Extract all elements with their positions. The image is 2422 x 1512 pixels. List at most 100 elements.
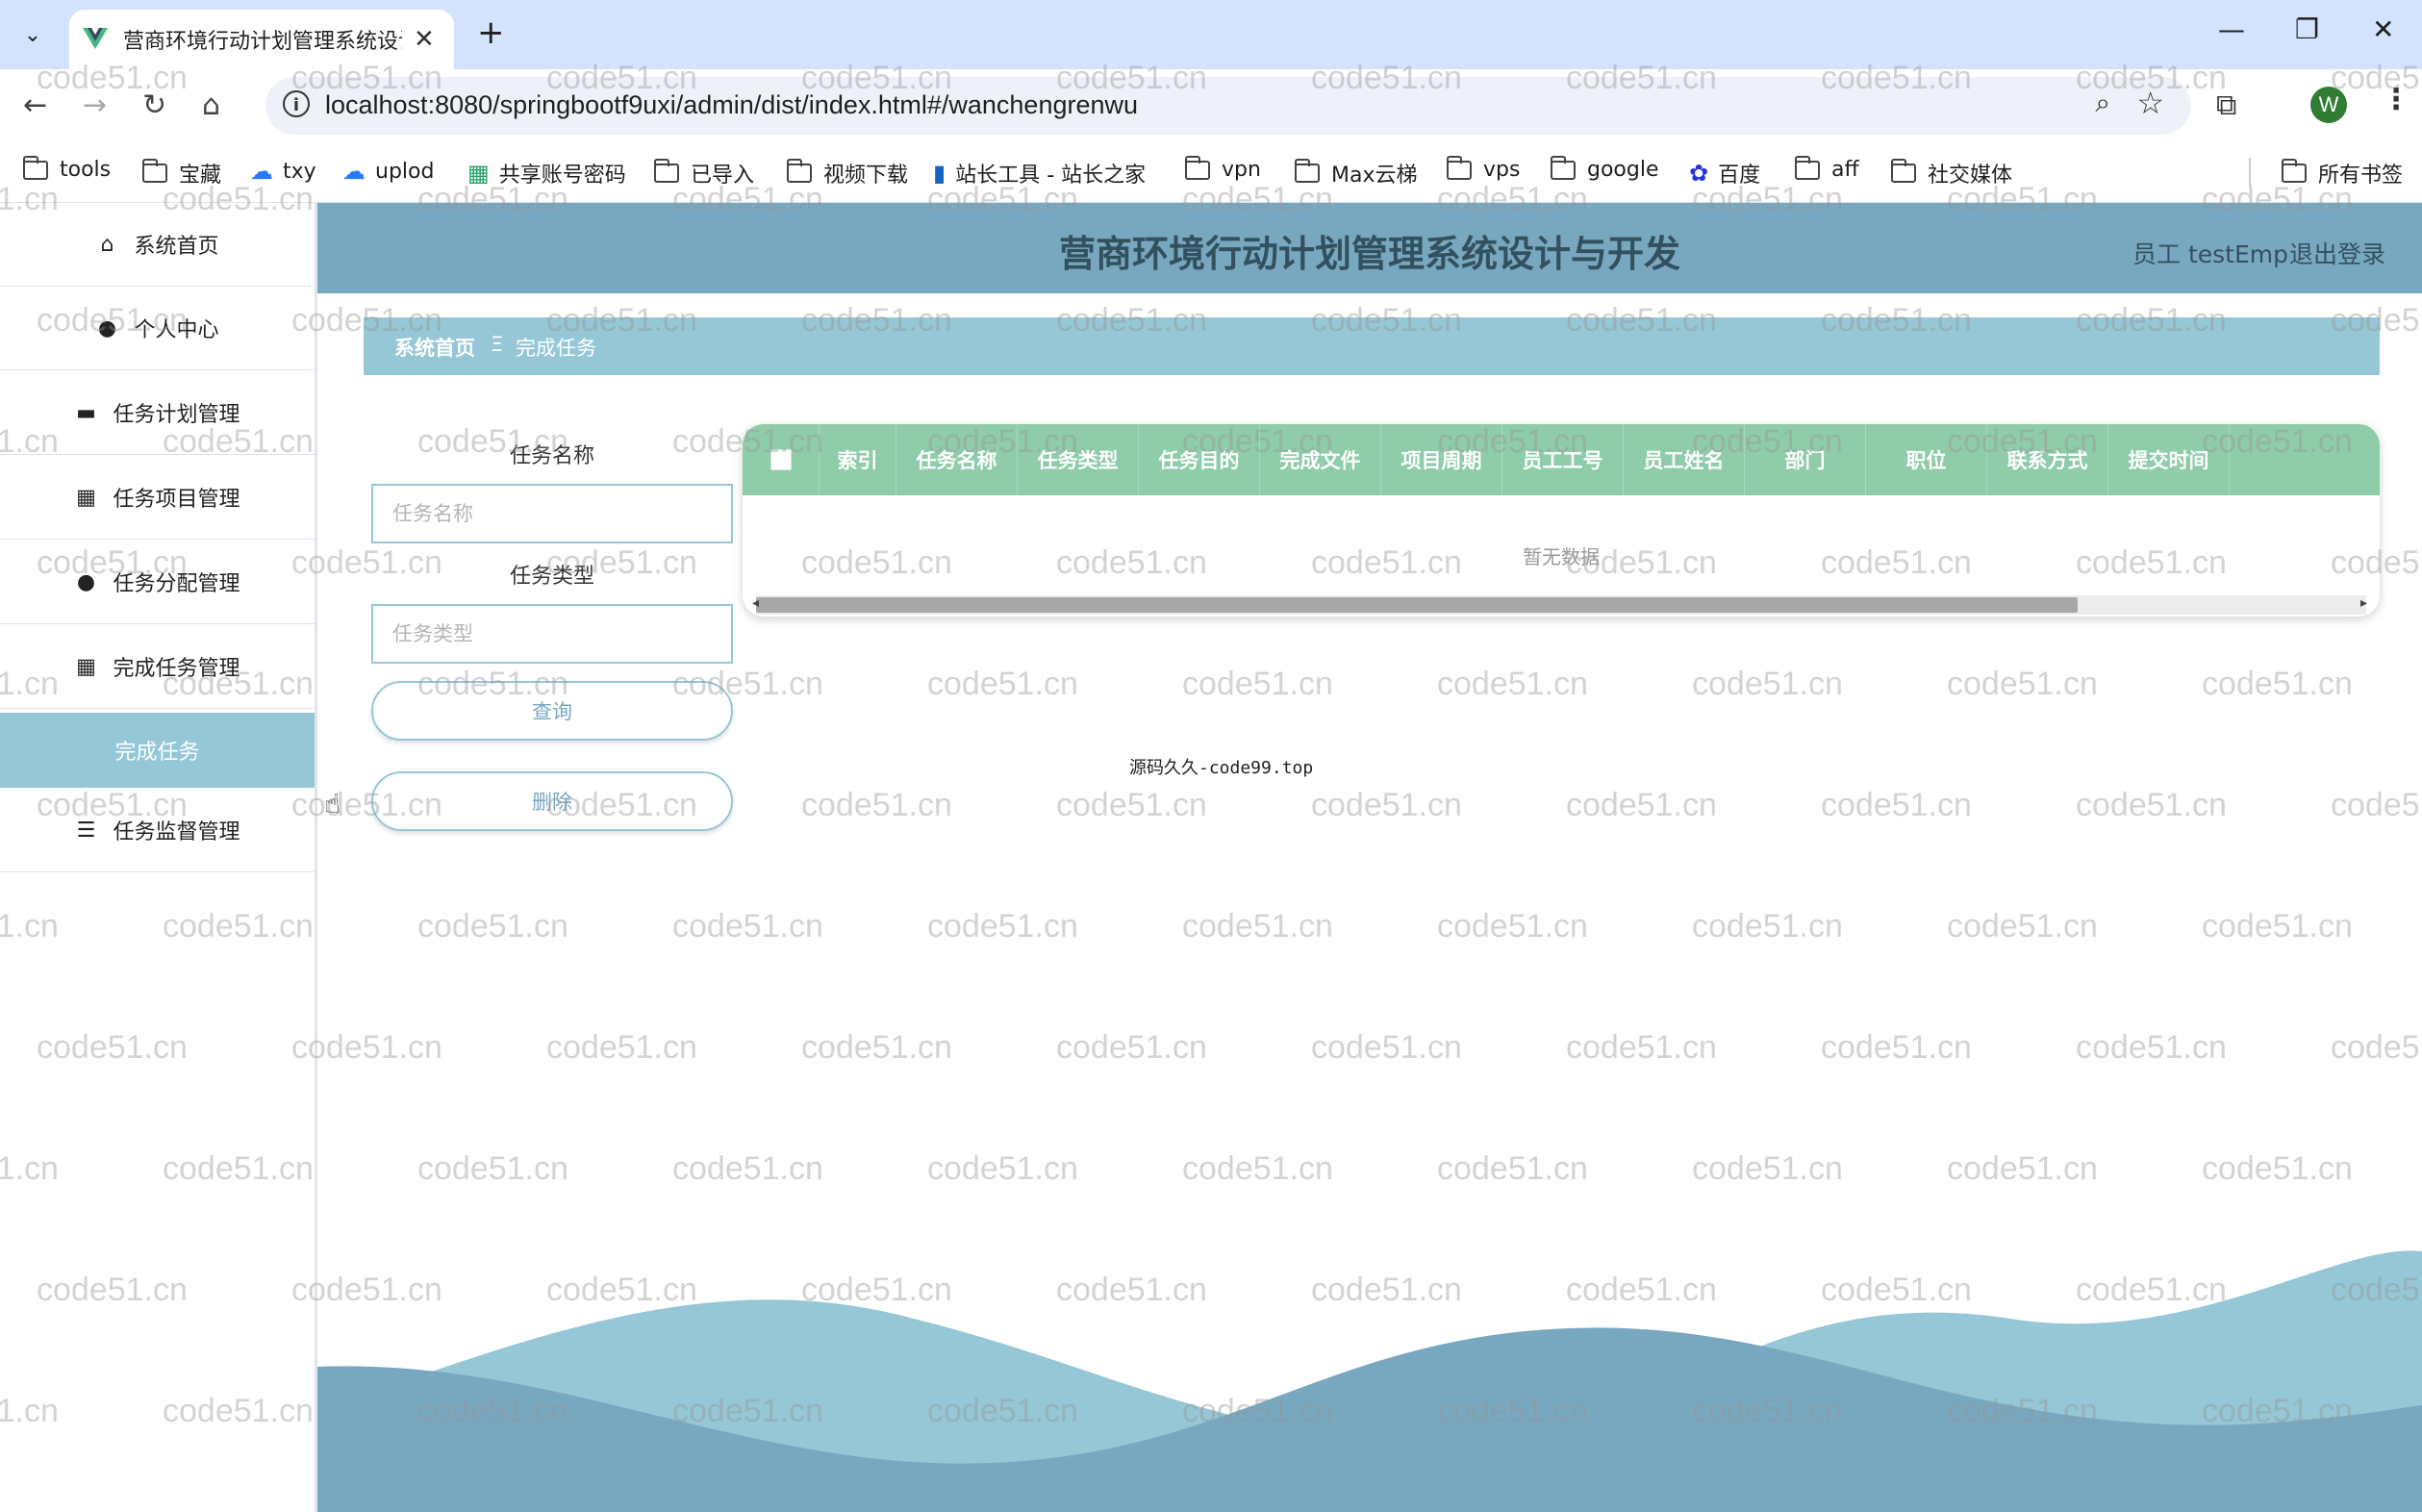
back-icon[interactable]: ← — [23, 88, 47, 122]
bookmark-tools[interactable]: tools — [23, 155, 111, 182]
app-header: 营商环境行动计划管理系统设计与开发 员工 testEmp 退出登录 — [317, 203, 2422, 293]
folder-icon — [2282, 159, 2307, 183]
bookmark-vpn[interactable]: vpn — [1185, 155, 1261, 182]
all-bookmarks[interactable]: 所有书签 — [2282, 158, 2403, 189]
bookmark-star-icon[interactable]: ☆ — [2136, 85, 2164, 121]
task-type-input[interactable] — [371, 604, 733, 664]
home-icon: ⌂ — [100, 232, 114, 257]
sidebar-item-task-assign[interactable]: ● 任务分配管理 — [0, 541, 315, 624]
address-bar[interactable]: i localhost:8080/springbootf9uxi/admin/d… — [265, 77, 2191, 135]
data-table: 索引 任务名称 任务类型 任务目的 完成文件 项目周期 员工工号 员工姓名 部门… — [743, 424, 2380, 617]
column-header[interactable]: 索引 — [820, 424, 896, 495]
bookmark-uplod[interactable]: ☁ uplod — [342, 158, 434, 185]
folder-icon — [654, 159, 679, 183]
breadcrumb: 系统首页 Ξ 完成任务 — [364, 317, 2380, 375]
bookmark-chinaz[interactable]: ▮ 站长工具 - 站长之家 — [933, 158, 1146, 189]
column-header[interactable]: 任务目的 — [1139, 424, 1260, 495]
breadcrumb-home[interactable]: 系统首页 — [394, 333, 475, 362]
app-container: ⌂ 系统首页 ● 个人中心 ▬ 任务计划管理 ▦ 任务项目管理 ● 任务分配管理… — [0, 203, 2422, 1512]
column-header[interactable]: 项目周期 — [1381, 424, 1502, 495]
logout-link[interactable]: 退出登录 — [2289, 236, 2385, 270]
bookmark-txy[interactable]: ☁ txy — [250, 158, 316, 185]
submenu-item-label: 完成任务 — [114, 741, 200, 765]
sidebar-item-label: 任务监督管理 — [113, 820, 240, 844]
browser-tab[interactable]: 营商环境行动计划管理系统设计 ✕ — [69, 10, 454, 69]
baidu-icon: ✿ — [1689, 160, 1709, 187]
bookmark-baozang[interactable]: 宝藏 — [142, 158, 221, 189]
new-tab-icon[interactable]: + — [477, 13, 505, 52]
cloud-icon: ☁ — [250, 158, 273, 185]
profile-avatar[interactable]: W — [2310, 87, 2347, 123]
sidebar-item-label: 个人中心 — [134, 318, 219, 342]
folder-icon — [1447, 155, 1472, 180]
bookmark-max[interactable]: Max云梯 — [1295, 158, 1417, 189]
column-header[interactable]: 联系方式 — [1987, 424, 2108, 495]
column-header[interactable]: 任务名称 — [896, 424, 1018, 495]
sliders-icon: ☰ — [76, 818, 96, 843]
column-header[interactable]: 完成文件 — [1260, 424, 1381, 495]
bookmark-social[interactable]: 社交媒体 — [1891, 158, 2012, 189]
tab-close-icon[interactable]: ✕ — [414, 25, 435, 54]
select-all-cell — [743, 424, 820, 495]
sidebar-item-task-complete[interactable]: ▦ 完成任务管理 — [0, 625, 315, 709]
sidebar-item-home[interactable]: ⌂ 系统首页 — [0, 203, 315, 287]
bookmarks-divider — [2249, 158, 2251, 187]
folder-icon — [1295, 159, 1320, 183]
folder-icon — [787, 159, 812, 183]
browser-menu-icon[interactable]: ⋮ — [2382, 83, 2410, 116]
column-header[interactable]: 员工姓名 — [1624, 424, 1745, 495]
task-name-input[interactable] — [371, 484, 733, 543]
home-browser-icon[interactable]: ⌂ — [202, 88, 220, 122]
sidebar-item-task-supervise[interactable]: ☰ 任务监督管理 — [0, 789, 315, 872]
table-header: 索引 任务名称 任务类型 任务目的 完成文件 项目周期 员工工号 员工姓名 部门… — [743, 424, 2380, 495]
zoom-icon[interactable]: ⌕ — [2095, 87, 2110, 119]
sidebar-item-label: 任务项目管理 — [113, 488, 240, 512]
grid-icon: ▦ — [76, 485, 96, 510]
bookmark-baidu[interactable]: ✿ 百度 — [1689, 158, 1760, 189]
sidebar: ⌂ 系统首页 ● 个人中心 ▬ 任务计划管理 ▦ 任务项目管理 ● 任务分配管理… — [0, 203, 317, 1512]
select-all-checkbox[interactable] — [769, 449, 792, 470]
bookmark-video-download[interactable]: 视频下载 — [787, 158, 908, 189]
forward-icon[interactable]: → — [83, 88, 107, 122]
delete-button[interactable]: 删除 — [371, 771, 733, 831]
column-header[interactable]: 任务类型 — [1018, 424, 1139, 495]
column-header[interactable]: 提交时间 — [2108, 424, 2230, 495]
current-user: 员工 testEmp — [2132, 240, 2288, 268]
sidebar-item-task-plan[interactable]: ▬ 任务计划管理 — [0, 371, 315, 455]
sidebar-item-task-project[interactable]: ▦ 任务项目管理 — [0, 456, 315, 540]
breadcrumb-current: 完成任务 — [516, 337, 596, 360]
site-info-icon[interactable]: i — [283, 90, 310, 117]
decorative-waves — [317, 1250, 2422, 1512]
site-icon: ▮ — [933, 160, 946, 187]
sidebar-item-profile[interactable]: ● 个人中心 — [0, 287, 315, 370]
extensions-icon[interactable]: ⧉ — [2216, 88, 2236, 122]
minimize-icon[interactable]: — — [2218, 13, 2245, 45]
scroll-left-icon[interactable]: ◂ — [752, 595, 759, 611]
page-title: 营商环境行动计划管理系统设计与开发 — [1058, 233, 1680, 275]
user-icon: ● — [76, 569, 96, 594]
cloud-icon: ☁ — [342, 158, 366, 185]
column-header[interactable]: 员工工号 — [1502, 424, 1624, 495]
mouse-cursor-icon: ☝ — [324, 788, 341, 819]
breadcrumb-separator: Ξ — [491, 333, 504, 356]
query-button[interactable]: 查询 — [371, 681, 733, 741]
tab-search-chevron-icon[interactable]: ⌄ — [13, 15, 52, 54]
folder-icon — [23, 155, 48, 180]
bookmark-imported[interactable]: 已导入 — [654, 158, 754, 189]
folder-icon — [1551, 155, 1576, 180]
task-type-label: 任务类型 — [509, 565, 594, 589]
scrollbar-thumb[interactable] — [756, 597, 2078, 613]
bookmark-vps[interactable]: vps — [1447, 155, 1520, 182]
address-url[interactable]: localhost:8080/springbootf9uxi/admin/dis… — [325, 90, 1138, 120]
bookmark-google[interactable]: google — [1551, 155, 1659, 182]
scroll-right-icon[interactable]: ▸ — [2360, 595, 2367, 611]
submenu-item-complete-task[interactable]: 完成任务 — [0, 713, 315, 788]
window-close-icon[interactable]: ✕ — [2372, 13, 2394, 45]
reload-icon[interactable]: ↻ — [142, 88, 166, 122]
column-header[interactable]: 部门 — [1745, 424, 1866, 495]
restore-icon[interactable]: ❐ — [2295, 13, 2319, 45]
bookmark-shared-accounts[interactable]: ▦ 共享账号密码 — [467, 158, 626, 189]
bookmark-aff[interactable]: aff — [1795, 155, 1859, 182]
column-header[interactable]: 职位 — [1866, 424, 1987, 495]
sidebar-item-label: 系统首页 — [134, 235, 219, 259]
